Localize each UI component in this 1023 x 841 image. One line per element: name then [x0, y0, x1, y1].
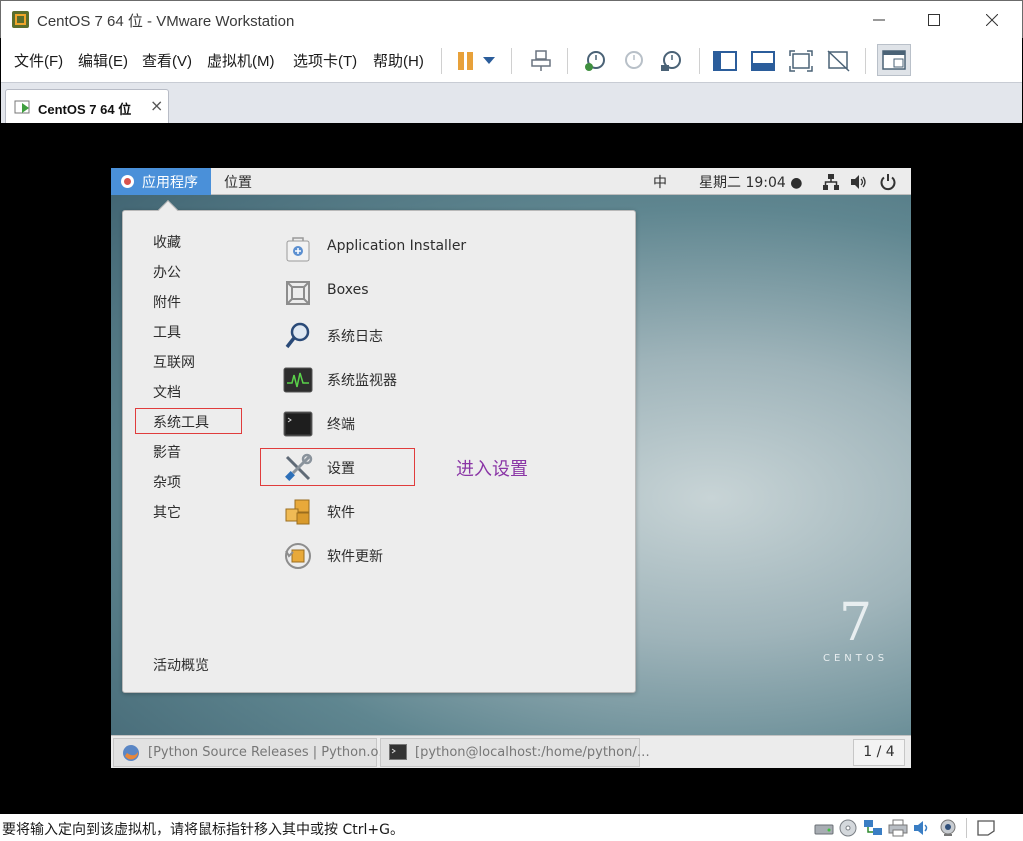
applications-label: 应用程序 — [142, 175, 198, 191]
library-icon[interactable] — [877, 44, 911, 76]
clock[interactable]: 星期二 19:04 ● — [699, 172, 802, 192]
input-method-indicator[interactable]: 中 — [653, 172, 667, 192]
power-icon[interactable] — [879, 173, 897, 191]
category-favorites[interactable]: 收藏 — [153, 232, 181, 252]
guest-desktop[interactable]: 应用程序 位置 中 星期二 19:04 ● 收藏 办公 附件 工具 互联网 文档… — [111, 168, 911, 768]
app-label: 终端 — [327, 417, 355, 433]
category-documents[interactable]: 文档 — [153, 382, 181, 402]
title-bar: CentOS 7 64 位 - VMware Workstation — [0, 0, 1023, 38]
annotation-enter-settings: 进入设置 — [456, 459, 528, 480]
close-button[interactable] — [967, 1, 1017, 39]
menu-view[interactable]: 查看(V) — [142, 50, 192, 71]
console-view-icon[interactable] — [711, 47, 739, 75]
tab-centos[interactable]: CentOS 7 64 位 × — [5, 89, 169, 124]
app-software[interactable]: 软件 — [283, 495, 623, 531]
printer-icon[interactable] — [888, 819, 908, 837]
taskbar-item-label: [Python Source Releases | Python.o… — [148, 745, 392, 760]
close-icon — [986, 14, 998, 26]
message-icon[interactable] — [976, 819, 996, 837]
firefox-icon — [123, 745, 139, 761]
snapshot-revert-icon[interactable] — [619, 47, 647, 75]
network-wired-icon[interactable] — [822, 173, 840, 191]
menu-bar: 文件(F) 编辑(E) 查看(V) 虚拟机(M) 选项卡(T) 帮助(H) — [1, 38, 1022, 82]
software-bag-icon — [286, 237, 310, 262]
highlight-settings — [260, 448, 415, 486]
category-internet[interactable]: 互联网 — [153, 352, 195, 372]
window-title: CentOS 7 64 位 - VMware Workstation — [37, 13, 295, 30]
pause-icon[interactable] — [452, 47, 480, 75]
system-monitor-icon — [283, 367, 313, 393]
app-label: 软件更新 — [327, 549, 383, 565]
minimize-button[interactable] — [854, 1, 904, 39]
app-label: 系统日志 — [327, 329, 383, 345]
app-software-update[interactable]: 软件更新 — [283, 539, 623, 575]
app-system-log[interactable]: 系统日志 — [283, 319, 623, 355]
app-label: Boxes — [327, 282, 369, 298]
applications-menu-popup: 收藏 办公 附件 工具 互联网 文档 系统工具 影音 杂项 其它 活动概览 Ap… — [122, 200, 636, 693]
software-boxes-icon — [285, 499, 310, 525]
menu-file[interactable]: 文件(F) — [14, 50, 63, 71]
maximize-button[interactable] — [909, 1, 959, 39]
gnome-foot-icon — [121, 175, 134, 188]
boxes-icon — [286, 281, 310, 305]
status-message: 要将输入定向到该虚拟机，请将鼠标指针移入其中或按 Ctrl+G。 — [2, 822, 404, 838]
hdd-icon[interactable] — [814, 819, 834, 837]
snapshot-take-icon[interactable] — [581, 47, 609, 75]
app-boxes[interactable]: Boxes — [283, 275, 623, 311]
maximize-icon — [928, 14, 940, 26]
category-accessories[interactable]: 附件 — [153, 292, 181, 312]
category-office[interactable]: 办公 — [153, 262, 181, 282]
status-bar: 要将输入定向到该虚拟机，请将鼠标指针移入其中或按 Ctrl+G。 — [0, 814, 1023, 841]
menu-edit[interactable]: 编辑(E) — [78, 50, 128, 71]
places-menu-button[interactable]: 位置 — [224, 172, 252, 192]
workspace-indicator[interactable]: 1 / 4 — [853, 739, 905, 766]
quick-switch-icon[interactable] — [749, 47, 777, 75]
fullscreen-icon[interactable] — [787, 47, 815, 75]
app-system-monitor[interactable]: 系统监视器 — [283, 363, 623, 399]
tab-label: CentOS 7 64 位 — [38, 102, 132, 117]
category-other[interactable]: 其它 — [153, 502, 181, 522]
app-application-installer[interactable]: Application Installer — [283, 231, 623, 267]
tab-close-icon[interactable]: × — [150, 96, 163, 115]
taskbar-item-label: [python@localhost:/home/python/… — [415, 745, 650, 760]
volume-icon[interactable] — [849, 173, 867, 191]
webcam-icon[interactable] — [938, 819, 958, 837]
app-label: 软件 — [327, 505, 355, 521]
taskbar-item-terminal[interactable]: [python@localhost:/home/python/… — [380, 738, 650, 767]
gnome-top-bar: 应用程序 位置 中 星期二 19:04 ● — [111, 168, 911, 195]
taskbar-item-firefox[interactable]: [Python Source Releases | Python.o… — [113, 738, 391, 767]
menu-tabs[interactable]: 选项卡(T) — [293, 50, 357, 71]
snapshot-manager-icon[interactable] — [657, 47, 685, 75]
vmware-icon — [12, 11, 29, 28]
menu-help[interactable]: 帮助(H) — [373, 50, 424, 71]
sound-icon[interactable] — [912, 819, 932, 837]
dropdown-icon[interactable] — [479, 47, 499, 75]
activities-overview[interactable]: 活动概览 — [153, 655, 209, 675]
category-sundry[interactable]: 杂项 — [153, 472, 181, 492]
centos-logo: 7 CENTOS — [823, 593, 889, 664]
window-list-bar: [Python Source Releases | Python.o… [pyt… — [111, 735, 911, 768]
menu-vm[interactable]: 虚拟机(M) — [207, 50, 275, 71]
cd-icon[interactable] — [838, 819, 858, 837]
tab-strip: CentOS 7 64 位 × — [1, 82, 1022, 124]
software-update-icon — [285, 543, 311, 569]
applications-menu-button[interactable]: 应用程序 — [111, 168, 211, 195]
unity-icon[interactable] — [825, 47, 853, 75]
send-ctrl-alt-del-icon[interactable] — [527, 47, 555, 75]
app-label: 系统监视器 — [327, 373, 397, 389]
category-sound-video[interactable]: 影音 — [153, 442, 181, 462]
minimize-icon — [873, 19, 885, 21]
vm-running-icon — [14, 100, 30, 114]
terminal-small-icon — [389, 744, 407, 760]
category-utilities[interactable]: 工具 — [153, 322, 181, 342]
app-terminal[interactable]: 终端 — [283, 407, 623, 443]
magnifier-log-icon — [285, 322, 310, 349]
network-icon[interactable] — [863, 819, 883, 837]
highlight-system-tools — [135, 408, 242, 434]
app-label: Application Installer — [327, 238, 467, 254]
terminal-icon — [283, 411, 313, 437]
